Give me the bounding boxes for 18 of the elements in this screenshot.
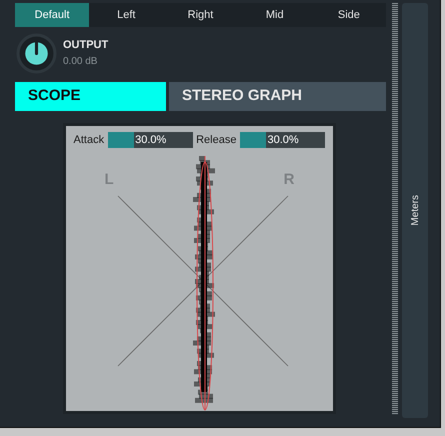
slider-reading: 30.0% [267,133,299,148]
channel-tab[interactable]: Side [312,3,386,27]
slider-label: Release [196,133,236,148]
slider-reading: 30.0% [135,133,166,148]
view-tab[interactable]: SCOPE [15,82,166,111]
resize-grip[interactable] [392,3,398,415]
channel-tab[interactable]: Default [15,3,90,27]
output-knob[interactable] [16,32,57,74]
channel-tab[interactable]: Left [89,3,164,27]
output-label: OUTPUT [63,38,108,54]
view-tab[interactable]: STEREO GRAPH [169,82,386,111]
release-slider[interactable]: 30.0% [240,132,326,148]
slider-label: Attack [74,133,104,148]
channel-tab[interactable]: Right [163,3,238,27]
channel-tab[interactable]: Mid [238,3,312,27]
attack-slider[interactable]: 30.0% [108,132,194,148]
meters-button[interactable]: Meters [402,3,428,418]
output-reading: 0.00 dB [63,54,98,69]
